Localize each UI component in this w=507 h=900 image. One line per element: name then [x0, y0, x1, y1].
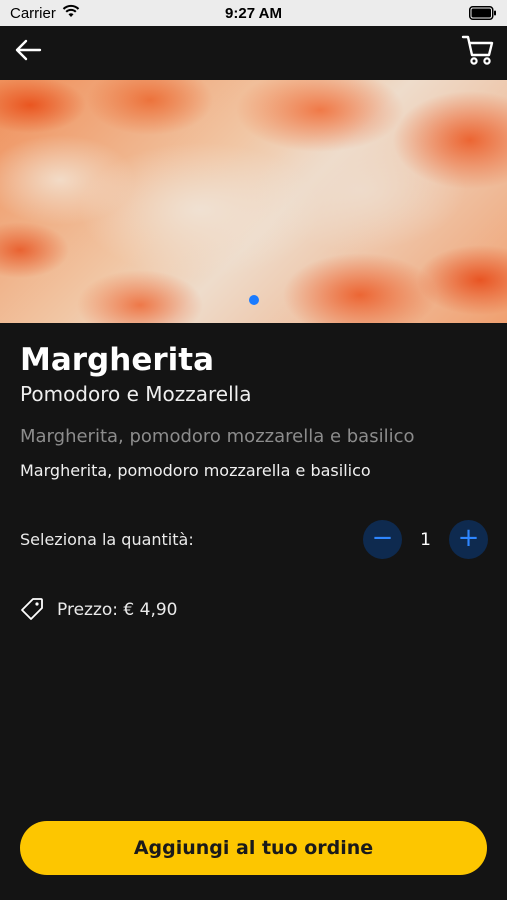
- price-value: € 4,90: [123, 600, 178, 620]
- price-row: Prezzo: € 4,90: [57, 598, 178, 622]
- status-bar: Carrier 9:27 AM: [0, 0, 507, 26]
- battery-icon: [469, 6, 496, 20]
- price-tag-icon: [21, 598, 43, 620]
- status-time: 9:27 AM: [225, 5, 282, 22]
- arrow-left-icon[interactable]: [14, 38, 42, 62]
- quantity-decrease-button[interactable]: −: [363, 520, 402, 559]
- price-label: Prezzo:: [57, 600, 119, 620]
- quantity-label: Seleziona la quantità:: [20, 530, 194, 549]
- product-title: Margherita: [20, 342, 214, 378]
- cart-icon[interactable]: [461, 34, 495, 66]
- quantity-increase-button[interactable]: +: [449, 520, 488, 559]
- product-description-muted: Margherita, pomodoro mozzarella e basili…: [20, 426, 415, 447]
- add-to-order-button[interactable]: Aggiungi al tuo ordine: [20, 821, 487, 875]
- nav-bar: [0, 26, 507, 80]
- product-subtitle: Pomodoro e Mozzarella: [20, 382, 252, 406]
- page-dot-active[interactable]: [248, 295, 259, 305]
- product-description: Margherita, pomodoro mozzarella e basili…: [20, 461, 371, 480]
- product-image[interactable]: [0, 80, 507, 323]
- page-indicator[interactable]: [0, 295, 507, 305]
- quantity-value: 1: [420, 530, 431, 550]
